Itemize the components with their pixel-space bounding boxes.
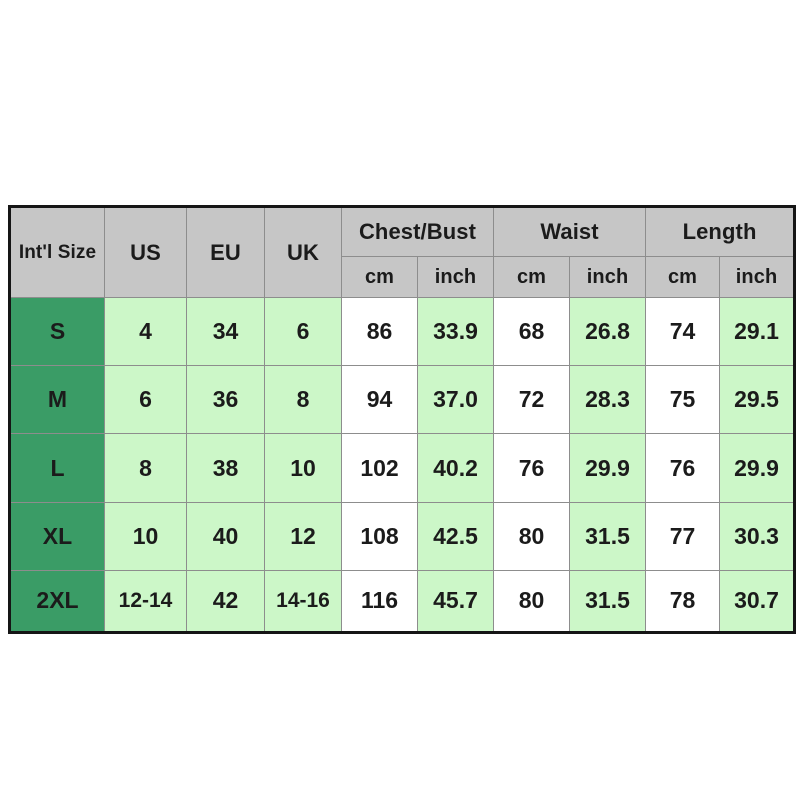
size-chart-table: Int'l Size US EU UK Chest/Bust Waist Len… [8, 205, 797, 634]
cell-size: M [9, 365, 105, 435]
table-header: Int'l Size US EU UK Chest/Bust Waist Len… [9, 206, 796, 298]
column-header-length-inch: inch [719, 256, 796, 298]
header-row-groups: Int'l Size US EU UK Chest/Bust Waist Len… [9, 206, 796, 298]
cell-us: 12-14 [104, 569, 187, 634]
cell-chest-cm: 108 [341, 501, 418, 571]
cell-length-cm: 77 [645, 501, 721, 571]
column-header-length-cm: cm [645, 256, 721, 298]
cell-us: 8 [104, 433, 187, 503]
cell-length-cm: 74 [645, 296, 721, 367]
cell-waist-cm: 80 [493, 569, 570, 634]
cell-eu: 42 [186, 569, 265, 634]
cell-waist-inch: 29.9 [568, 433, 647, 503]
cell-waist-cm: 80 [493, 501, 570, 571]
cell-size: S [9, 296, 105, 367]
column-header-uk: UK [264, 206, 342, 298]
cell-uk: 6 [264, 296, 342, 367]
cell-eu: 36 [186, 365, 265, 435]
column-header-waist-cm: cm [493, 256, 570, 298]
cell-uk: 12 [264, 501, 342, 571]
column-header-group-chest-bust: Chest/Bust [341, 206, 494, 257]
size-chart-container: Int'l Size US EU UK Chest/Bust Waist Len… [8, 205, 797, 634]
cell-waist-inch: 31.5 [568, 569, 647, 634]
cell-length-cm: 78 [645, 569, 721, 634]
table-row: S 4 34 6 86 33.9 68 26.8 74 29.1 [9, 296, 796, 367]
cell-eu: 38 [186, 433, 265, 503]
cell-chest-cm: 94 [341, 365, 418, 435]
table-row: M 6 36 8 94 37.0 72 28.3 75 29.5 [9, 365, 796, 435]
cell-size: XL [9, 501, 105, 571]
cell-us: 4 [104, 296, 187, 367]
cell-chest-inch: 40.2 [417, 433, 494, 503]
cell-us: 10 [104, 501, 187, 571]
table-row: 2XL 12-14 42 14-16 116 45.7 80 31.5 78 3… [9, 569, 796, 634]
column-header-chest-cm: cm [341, 256, 418, 298]
cell-waist-inch: 26.8 [568, 296, 647, 367]
table-body: S 4 34 6 86 33.9 68 26.8 74 29.1 M 6 36 … [9, 296, 796, 634]
column-header-waist-inch: inch [568, 256, 647, 298]
cell-length-inch: 29.1 [719, 296, 796, 367]
cell-waist-cm: 76 [493, 433, 570, 503]
cell-length-inch: 30.3 [719, 501, 796, 571]
cell-uk: 10 [264, 433, 342, 503]
table-row: XL 10 40 12 108 42.5 80 31.5 77 30.3 [9, 501, 796, 571]
column-header-intl-size: Int'l Size [9, 206, 105, 298]
cell-size: 2XL [9, 569, 105, 634]
cell-waist-cm: 68 [493, 296, 570, 367]
cell-chest-inch: 42.5 [417, 501, 494, 571]
column-header-eu: EU [186, 206, 265, 298]
cell-chest-cm: 102 [341, 433, 418, 503]
column-header-us: US [104, 206, 187, 298]
cell-uk: 14-16 [264, 569, 342, 634]
cell-eu: 40 [186, 501, 265, 571]
cell-waist-inch: 31.5 [568, 501, 647, 571]
cell-waist-inch: 28.3 [568, 365, 647, 435]
cell-chest-cm: 86 [341, 296, 418, 367]
cell-chest-inch: 33.9 [417, 296, 494, 367]
cell-chest-inch: 37.0 [417, 365, 494, 435]
column-header-group-length: Length [645, 206, 796, 257]
cell-uk: 8 [264, 365, 342, 435]
cell-waist-cm: 72 [493, 365, 570, 435]
cell-length-cm: 75 [645, 365, 721, 435]
cell-length-inch: 29.5 [719, 365, 796, 435]
cell-us: 6 [104, 365, 187, 435]
cell-size: L [9, 433, 105, 503]
cell-length-inch: 30.7 [719, 569, 796, 634]
cell-length-cm: 76 [645, 433, 721, 503]
column-header-group-waist: Waist [492, 206, 647, 257]
cell-chest-inch: 45.7 [417, 569, 494, 634]
cell-chest-cm: 116 [341, 569, 418, 634]
cell-length-inch: 29.9 [719, 433, 796, 503]
cell-eu: 34 [186, 296, 265, 367]
column-header-chest-inch: inch [417, 256, 494, 298]
table-row: L 8 38 10 102 40.2 76 29.9 76 29.9 [9, 433, 796, 503]
